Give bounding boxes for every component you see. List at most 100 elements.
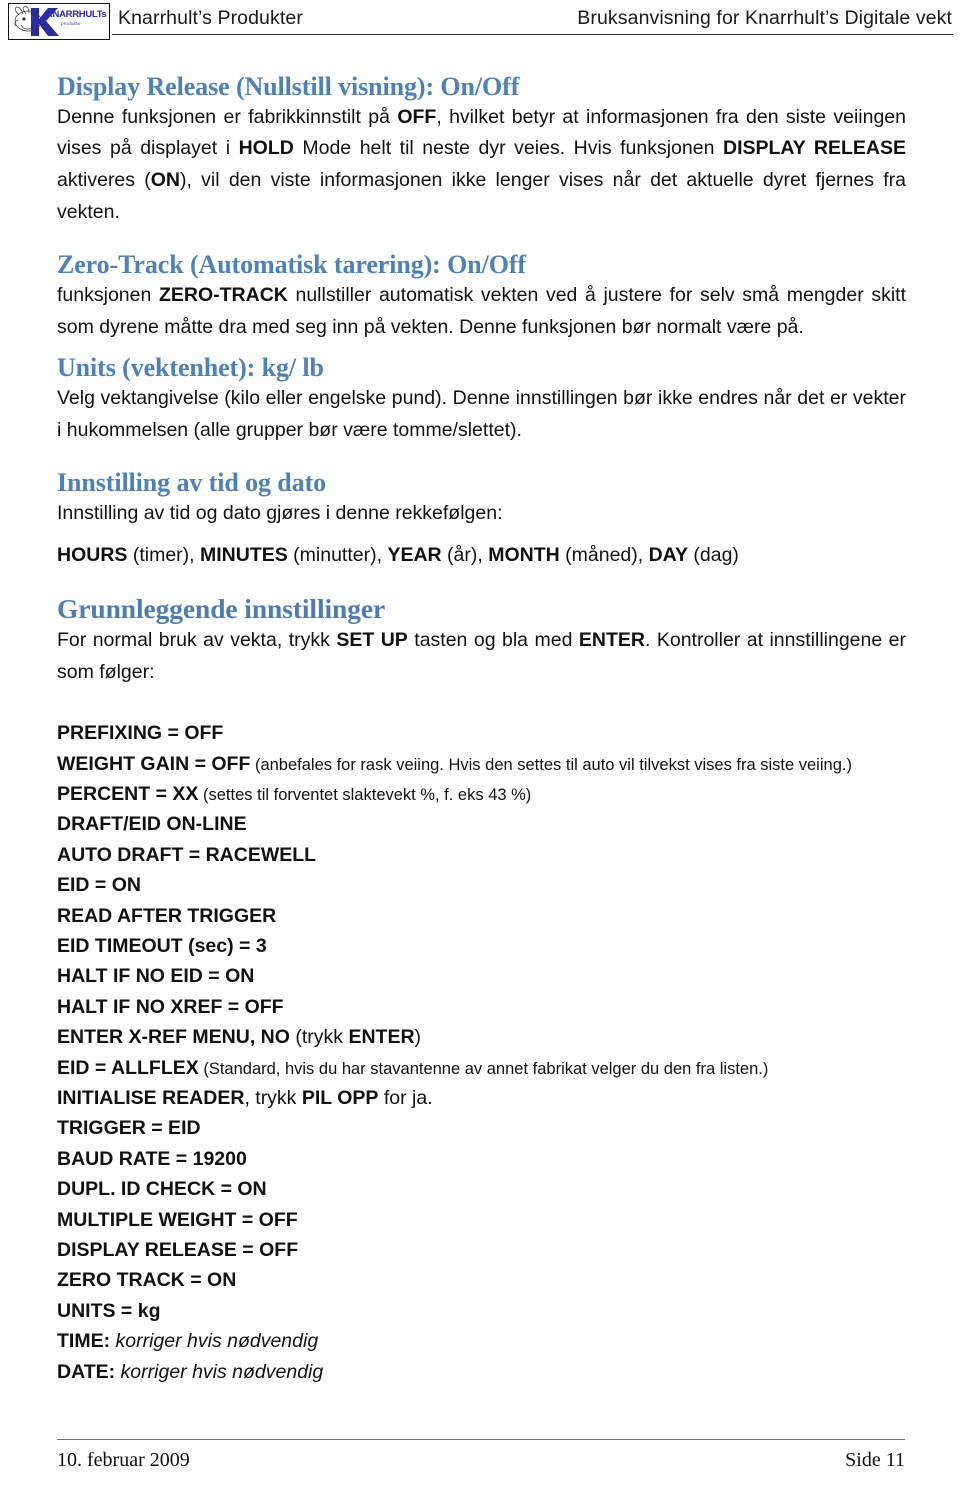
emphasis-text: HOLD xyxy=(238,137,294,160)
setting-key: TRIGGER = EID xyxy=(57,1117,201,1140)
setting-item: DISPLAY RELEASE = OFF xyxy=(57,1235,906,1265)
emphasis-text: ON xyxy=(150,169,181,192)
setting-item: DRAFT/EID ON-LINE xyxy=(57,809,906,839)
setting-key: HALT IF NO XREF = OFF xyxy=(57,995,284,1018)
setting-plain: , trykk xyxy=(244,1087,302,1109)
heading-tid-og-dato: Innstilling av tid og dato xyxy=(57,468,327,498)
setting-item: WEIGHT GAIN = OFF (anbefales for rask ve… xyxy=(57,749,906,779)
text-run: Denne funksjonen er fabrikkinnstilt på xyxy=(57,105,398,128)
setting-item: DUPL. ID CHECK = ON xyxy=(57,1174,906,1204)
text-run: Mode helt til neste dyr veies. Hvis funk… xyxy=(293,137,723,160)
setting-key: DRAFT/EID ON-LINE xyxy=(57,813,247,836)
setting-item: DATE: korriger hvis nødvendig xyxy=(57,1357,906,1387)
setting-key: EID TIMEOUT (sec) = 3 xyxy=(57,934,267,957)
logo-goat-icon: KNARRHULTs produkter xyxy=(14,6,107,36)
setting-italic-note: korriger hvis nødvendig xyxy=(115,1360,324,1383)
text-run: (år), xyxy=(441,543,489,566)
setting-item: TRIGGER = EID xyxy=(57,1113,906,1143)
footer-page-number: Side 11 xyxy=(845,1449,905,1471)
emphasis-text: YEAR xyxy=(387,543,442,566)
footer-date: 10. februar 2009 xyxy=(57,1449,190,1471)
text-run: (dag) xyxy=(687,543,739,566)
page-footer: 10. februar 2009 Side 11 xyxy=(0,1431,960,1493)
setting-item: UNITS = kg xyxy=(57,1296,906,1326)
setting-item: HALT IF NO XREF = OFF xyxy=(57,992,906,1022)
heading-zero-track: Zero-Track (Automatisk tarering): On/Off xyxy=(57,250,526,280)
header-left-title: Knarrhult’s Produkter xyxy=(118,7,303,29)
paragraph-units: Velg vektangivelse (kilo eller engelske … xyxy=(57,383,906,446)
setting-key: UNITS = kg xyxy=(57,1299,161,1322)
text-run: Innstilling av tid og dato gjøres i denn… xyxy=(57,502,503,525)
setting-key: HALT IF NO EID = ON xyxy=(57,965,255,988)
heading-grunnleggende-innstillinger: Grunnleggende innstillinger xyxy=(57,593,386,625)
emphasis-text: MONTH xyxy=(488,543,560,566)
knarrhult-logo: KNARRHULTs produkter xyxy=(8,3,110,40)
setting-key: MULTIPLE WEIGHT = OFF xyxy=(57,1208,298,1231)
svg-text:produkter: produkter xyxy=(60,21,82,27)
setting-key: EID = ON xyxy=(57,874,141,897)
setting-item: READ AFTER TRIGGER xyxy=(57,901,906,931)
setting-key: AUTO DRAFT = RACEWELL xyxy=(57,843,317,866)
setting-key: BAUD RATE = 19200 xyxy=(57,1147,247,1170)
setting-key: DISPLAY RELEASE = OFF xyxy=(57,1239,299,1262)
setting-note: (settes til forventet slaktevekt %, f. e… xyxy=(198,785,532,804)
setting-key: DATE: xyxy=(57,1360,116,1383)
text-run: Velg vektangivelse (kilo eller engelske … xyxy=(57,387,906,441)
paragraph-display-release: Denne funksjonen er fabrikkinnstilt på O… xyxy=(57,102,906,228)
setting-note: (Standard, hvis du har stavantenne av an… xyxy=(198,1059,769,1078)
setting-item: HALT IF NO EID = ON xyxy=(57,961,906,991)
setting-item: ENTER X-REF MENU, NO (trykk ENTER) xyxy=(57,1022,906,1052)
text-run: (timer), xyxy=(127,543,200,566)
setting-key: PREFIXING = OFF xyxy=(57,722,224,745)
setting-note: (anbefales for rask veiing. Hvis den set… xyxy=(250,755,852,774)
setting-item: PREFIXING = OFF xyxy=(57,718,906,748)
setting-italic-note: korriger hvis nødvendig xyxy=(110,1330,319,1353)
footer-divider xyxy=(57,1439,905,1440)
setting-item: AUTO DRAFT = RACEWELL xyxy=(57,840,906,870)
paragraph-tid-og-dato-intro: Innstilling av tid og dato gjøres i denn… xyxy=(57,498,906,530)
setting-key: EID = ALLFLEX xyxy=(57,1056,199,1079)
setting-key: PERCENT = XX xyxy=(57,782,199,805)
setting-item: TIME: korriger hvis nødvendig xyxy=(57,1326,906,1356)
header-divider xyxy=(112,34,953,35)
setting-key-secondary: ENTER xyxy=(348,1026,415,1049)
header-right-title: Bruksanvisning for Knarrhult’s Digitale … xyxy=(577,7,952,29)
emphasis-text: MINUTES xyxy=(200,543,288,566)
svg-text:KNARRHULTs: KNARRHULTs xyxy=(46,9,107,20)
emphasis-text: OFF xyxy=(397,105,437,128)
emphasis-text: DAY xyxy=(648,543,688,566)
setting-key: DUPL. ID CHECK = ON xyxy=(57,1178,267,1201)
text-run: ), vil den viste informasjonen ikke leng… xyxy=(57,169,906,223)
emphasis-text: ENTER xyxy=(578,628,645,651)
setting-item: INITIALISE READER, trykk PIL OPP for ja. xyxy=(57,1083,906,1113)
emphasis-text: ZERO-TRACK xyxy=(158,284,288,307)
heading-display-release: Display Release (Nullstill visning): On/… xyxy=(57,72,520,101)
heading-units: Units (vektenhet): kg/ lb xyxy=(57,353,324,383)
text-run: (måned), xyxy=(559,543,649,566)
text-run: tasten og bla med xyxy=(407,628,579,651)
setting-key: TIME: xyxy=(57,1330,111,1353)
document-page: KNARRHULTs produkter Knarrhult’s Produkt… xyxy=(0,0,960,1493)
setting-item: EID TIMEOUT (sec) = 3 xyxy=(57,931,906,961)
text-run: aktiveres ( xyxy=(57,169,151,192)
page-header: KNARRHULTs produkter Knarrhult’s Produkt… xyxy=(0,0,960,46)
setting-key-secondary: PIL OPP xyxy=(301,1087,379,1109)
paragraph-grunnleggende-intro: For normal bruk av vekta, trykk SET UP t… xyxy=(57,625,906,688)
setting-key: ENTER X-REF MENU, NO xyxy=(57,1026,290,1049)
setting-item: PERCENT = XX (settes til forventet slakt… xyxy=(57,779,906,809)
setting-plain-secondary: for ja. xyxy=(378,1087,433,1109)
setting-plain-secondary: ) xyxy=(414,1026,422,1049)
document-body: Display Release (Nullstill visning): On/… xyxy=(57,72,906,1387)
setting-key: INITIALISE READER xyxy=(57,1087,245,1109)
setting-item: ZERO TRACK = ON xyxy=(57,1265,906,1295)
paragraph-tid-og-dato-sequence: HOURS (timer), MINUTES (minutter), YEAR … xyxy=(57,540,906,572)
setting-item: EID = ON xyxy=(57,870,906,900)
emphasis-text: HOURS xyxy=(57,543,128,566)
setting-key: ZERO TRACK = ON xyxy=(57,1269,237,1292)
